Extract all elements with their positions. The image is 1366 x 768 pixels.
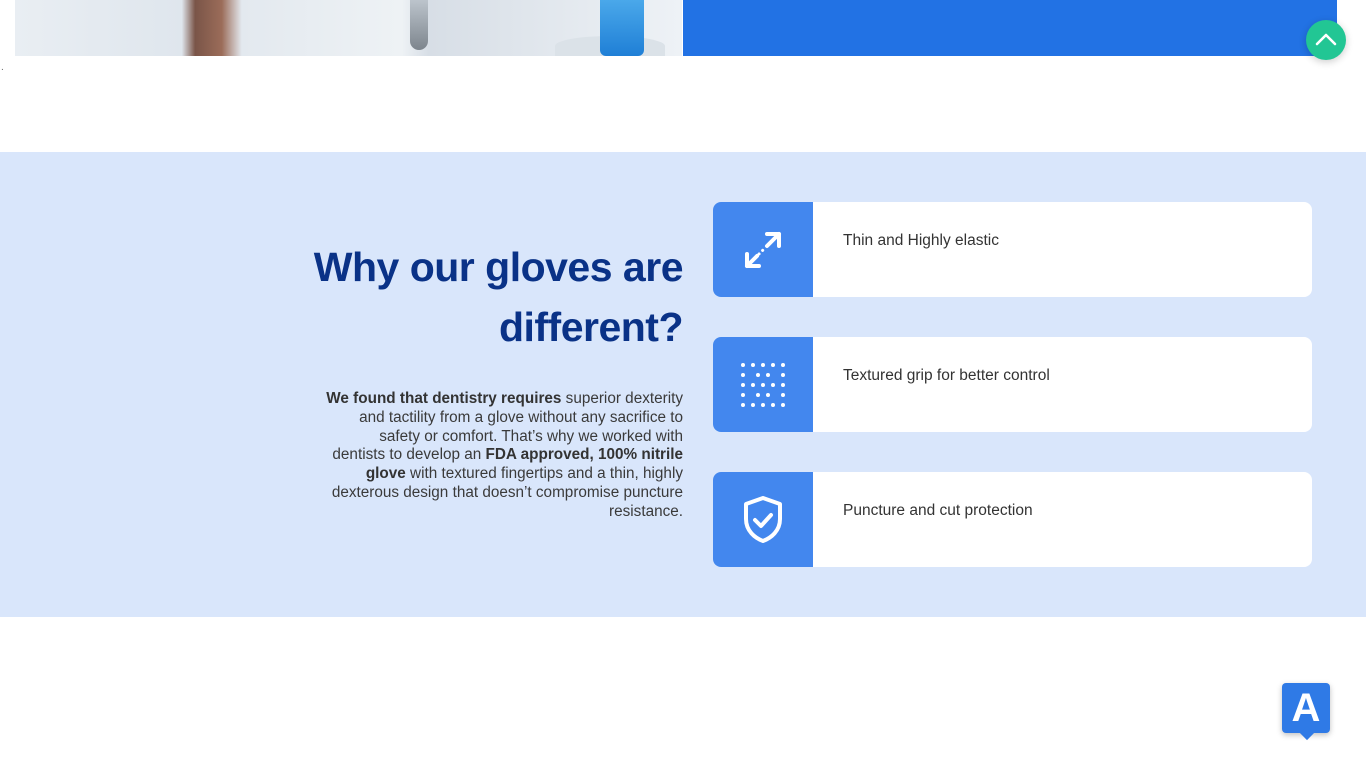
feature-card-grip: Textured grip for better control — [713, 337, 1312, 432]
feature-icon-box — [713, 202, 813, 297]
feature-icon-box — [713, 337, 813, 432]
feature-label: Textured grip for better control — [843, 367, 1050, 384]
stray-mark: . — [1, 62, 4, 73]
features-section: Why our gloves are different? We found t… — [0, 152, 1366, 617]
hero-blue-panel — [683, 0, 1337, 56]
cup-shape — [600, 0, 644, 56]
heading-line-2: different? — [498, 304, 684, 350]
feature-card-elastic: Thin and Highly elastic — [713, 202, 1312, 297]
accessibility-widget-button[interactable]: A — [1282, 683, 1330, 741]
scroll-to-top-button[interactable] — [1306, 20, 1346, 60]
feature-label: Thin and Highly elastic — [843, 232, 999, 249]
hero-photo — [15, 0, 682, 56]
widget-letter: A — [1291, 686, 1321, 730]
shield-check-icon — [744, 495, 782, 543]
dot-grid-icon — [741, 362, 785, 407]
section-heading: Why our gloves are different? — [263, 237, 684, 357]
desc-bold-1: We found that dentistry requires — [326, 390, 562, 407]
feature-label: Puncture and cut protection — [843, 502, 1033, 519]
feature-icon-box — [713, 472, 813, 567]
heading-line-1: Why our gloves are — [313, 244, 684, 290]
chevron-up-icon — [1315, 33, 1337, 46]
section-description: We found that dentistry requires superio… — [323, 390, 683, 522]
feature-card-protection: Puncture and cut protection — [713, 472, 1312, 567]
expand-arrows-icon — [745, 231, 781, 268]
dental-tool-shape — [410, 0, 428, 50]
